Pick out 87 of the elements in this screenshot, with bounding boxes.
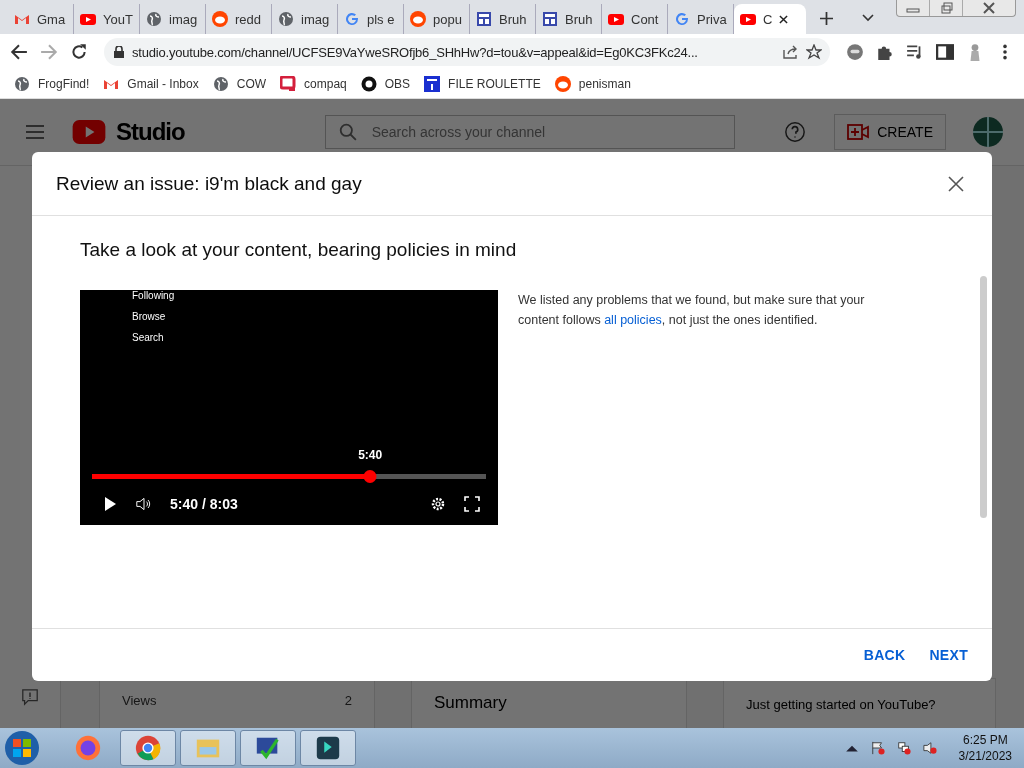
- tab-title: Bruh: [499, 11, 527, 27]
- close-icon[interactable]: [948, 175, 964, 192]
- taskbar-button[interactable]: [240, 730, 296, 766]
- tab-title: Priva: [697, 11, 727, 27]
- taskbar-button[interactable]: [300, 730, 356, 766]
- new-tab-icon[interactable]: [820, 12, 833, 25]
- channel-avatar-icon[interactable]: [972, 116, 1004, 148]
- reload-icon[interactable]: [70, 43, 88, 61]
- browser-tab[interactable]: C: [734, 4, 806, 34]
- speaker-muted-icon[interactable]: [922, 741, 937, 755]
- video-menu-item: Following: [132, 290, 176, 301]
- fox-globe-icon: [74, 734, 102, 762]
- video-plus-icon: [847, 124, 870, 140]
- fullscreen-icon[interactable]: [464, 496, 480, 512]
- side-panel-icon[interactable]: [936, 43, 954, 61]
- bookmark[interactable]: OBS: [360, 76, 411, 92]
- bookmark[interactable]: COW: [212, 76, 267, 92]
- editor-app-icon: [314, 734, 342, 762]
- star-icon[interactable]: [806, 44, 822, 60]
- close-icon[interactable]: [779, 14, 789, 24]
- bookmark[interactable]: compaq: [280, 76, 347, 92]
- tab-title: imag: [169, 11, 198, 27]
- back-button[interactable]: BACK: [853, 639, 916, 671]
- hover-time: 5:40: [358, 448, 383, 462]
- play-logo-icon: [608, 11, 624, 27]
- layout-icon: [542, 11, 558, 27]
- g-logo-icon: [344, 11, 360, 27]
- help-icon[interactable]: [784, 121, 807, 143]
- policy-note: We listed any problems that we found, but make sure that your content follows all policies, not just the ones identified.: [518, 292, 866, 329]
- g-logo-icon: [674, 11, 690, 27]
- search-icon: [338, 123, 357, 141]
- search-field[interactable]: Search across your channel: [324, 115, 735, 149]
- tab-title: C: [763, 11, 773, 27]
- feedback-icon[interactable]: [21, 688, 39, 706]
- tab-title: redd: [235, 11, 262, 27]
- metric-label: Views: [122, 693, 157, 710]
- lock-icon: [114, 46, 124, 58]
- video-player[interactable]: Following Browse Search 5:40 5:40 / 8:03: [80, 290, 498, 525]
- globe-icon: [278, 11, 294, 27]
- video-menu-item: Search: [132, 332, 165, 343]
- tab-title: popu: [433, 11, 462, 27]
- next-button[interactable]: NEXT: [919, 639, 978, 671]
- media-queue-icon[interactable]: [906, 43, 924, 61]
- clock[interactable]: 6:25 PM 3/21/2023: [958, 732, 1012, 764]
- tab-title: imag: [301, 11, 330, 27]
- tab-title: Cont: [631, 11, 659, 27]
- start-button[interactable]: [4, 730, 40, 766]
- settings-icon[interactable]: [430, 496, 446, 512]
- chrome-icon: [134, 734, 162, 762]
- bookmark[interactable]: penisman: [554, 76, 631, 92]
- scrollbar-thumb[interactable]: [980, 276, 987, 518]
- video-time: 5:40 / 8:03: [170, 496, 238, 512]
- policies-link[interactable]: all policies: [604, 313, 662, 327]
- mft-logo-icon: [424, 76, 441, 92]
- create-button[interactable]: CREATE: [834, 114, 946, 150]
- logo-text: Studio: [116, 118, 185, 146]
- flag-alert-icon[interactable]: [870, 741, 885, 755]
- bookmark[interactable]: Gmail - Inbox: [103, 76, 199, 92]
- play-logo-icon: [740, 11, 756, 27]
- globe-icon: [212, 76, 229, 92]
- tab-title: pls e: [367, 11, 395, 27]
- bookmark[interactable]: FILE ROULETTE: [424, 76, 541, 92]
- tab-title: Gma: [37, 11, 66, 27]
- tab-title: Bruh: [565, 11, 593, 27]
- scrubber-handle[interactable]: [363, 470, 377, 483]
- address-bar[interactable]: studio.youtube.com/channel/UCFSE9VaYweSROfjb6_SHhHw?d=tou&v=appeal&id=Eg0KC3FKc24...: [104, 38, 830, 66]
- tab-title: YouT: [103, 11, 133, 27]
- bookmark[interactable]: FrogFind!: [14, 76, 90, 92]
- back-arrow-icon[interactable]: [10, 43, 28, 61]
- volume-icon[interactable]: [136, 496, 152, 512]
- card-title: Just getting started on YouTube?: [746, 696, 936, 714]
- section-heading: Take a look at your content, bearing policies in mind: [80, 239, 518, 261]
- network-alert-icon[interactable]: [896, 741, 911, 755]
- play-logo-icon: [80, 11, 96, 27]
- card-title: Summary: [434, 693, 507, 714]
- globe-icon: [146, 11, 162, 27]
- share-icon[interactable]: [782, 44, 798, 60]
- play-icon[interactable]: [102, 496, 118, 512]
- metric-value: 2: [344, 693, 352, 710]
- globe-icon: [14, 76, 30, 92]
- play-logo-icon: [72, 120, 106, 144]
- compaq-logo-icon: [280, 76, 297, 92]
- dialog-title: Review an issue: i9'm black and gay: [56, 172, 362, 195]
- layout-icon: [476, 11, 492, 27]
- chevron-down-icon[interactable]: [862, 14, 874, 22]
- video-menu-item: Browse: [132, 311, 167, 322]
- menu-icon[interactable]: [26, 125, 44, 139]
